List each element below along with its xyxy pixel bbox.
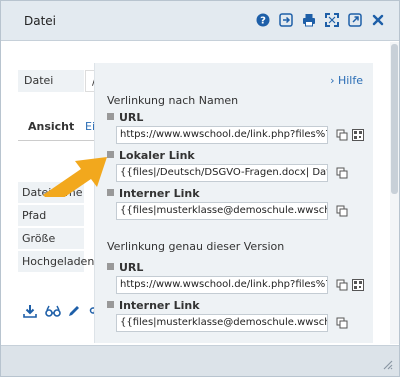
section-by-name: Verlinkung nach Namen xyxy=(107,94,239,107)
item-internal-link-label: Interner Link xyxy=(107,187,200,200)
title-bar: Datei ? xyxy=(1,1,399,41)
row-hochgeladen: Hochgeladen xyxy=(18,251,94,273)
version-internal-link-field[interactable]: {{files|musterklasse@demoschule.wwsche xyxy=(116,314,328,332)
item-version-internal-link-label: Interner Link xyxy=(107,299,200,312)
bullet-square-icon xyxy=(107,113,114,120)
title-bar-actions: ? xyxy=(256,13,385,27)
copy-icon[interactable] xyxy=(336,205,348,217)
qr-code-icon[interactable] xyxy=(352,129,364,141)
copy-icon[interactable] xyxy=(336,129,348,141)
view-icon[interactable] xyxy=(45,304,61,318)
scrollbar-thumb[interactable] xyxy=(391,44,398,194)
url-field[interactable]: https://www.wwschool.de/link.php?files%7 xyxy=(116,126,328,144)
help-icon[interactable]: ? xyxy=(256,13,270,27)
row-pfad: Pfad xyxy=(18,205,84,227)
version-url-field[interactable]: https://www.wwschool.de/link.php?files%7 xyxy=(116,276,328,294)
section-this-version: Verlinkung genau dieser Version xyxy=(107,240,285,253)
tab-ansicht[interactable]: Ansicht xyxy=(28,120,74,133)
bullet-square-icon xyxy=(107,301,114,308)
copy-icon[interactable] xyxy=(336,279,348,291)
open-icon[interactable] xyxy=(279,13,293,27)
internal-link-field[interactable]: {{files|musterklasse@demoschule.wwsche xyxy=(116,202,328,220)
qr-code-icon[interactable] xyxy=(352,279,364,291)
item-url-label: URL xyxy=(107,111,143,124)
tab-divider xyxy=(18,140,94,141)
file-dialog: Datei ? Datei / Ansicht Ei Date xyxy=(0,0,400,377)
item-local-link-label: Lokaler Link xyxy=(107,149,195,162)
help-label[interactable]: Hilfe xyxy=(338,74,363,87)
link-popup: › Hilfe Verlinkung nach Namen URL https:… xyxy=(94,63,373,343)
popout-icon[interactable] xyxy=(348,13,362,27)
datei-label: Datei xyxy=(18,70,84,92)
svg-text:?: ? xyxy=(260,16,266,27)
bullet-square-icon xyxy=(107,263,114,270)
local-link-field[interactable]: {{files|/Deutsch/DSGVO-Fragen.docx| Dat xyxy=(116,164,328,182)
item-version-url-label: URL xyxy=(107,261,143,274)
dialog-footer xyxy=(1,345,399,376)
copy-icon[interactable] xyxy=(336,317,348,329)
file-toolbar xyxy=(23,304,103,318)
resize-grip-icon[interactable] xyxy=(381,358,393,370)
highlight-arrow-icon xyxy=(43,157,107,197)
close-icon[interactable] xyxy=(371,13,385,27)
print-icon[interactable] xyxy=(302,13,316,27)
fullscreen-icon[interactable] xyxy=(325,13,339,27)
row-groesse: Größe xyxy=(18,228,84,250)
copy-icon[interactable] xyxy=(336,167,348,179)
dialog-title: Datei xyxy=(24,14,57,28)
help-link[interactable]: › Hilfe xyxy=(330,74,363,87)
download-icon[interactable] xyxy=(23,304,37,318)
scrollbar[interactable] xyxy=(390,42,399,344)
edit-icon[interactable] xyxy=(67,304,81,318)
